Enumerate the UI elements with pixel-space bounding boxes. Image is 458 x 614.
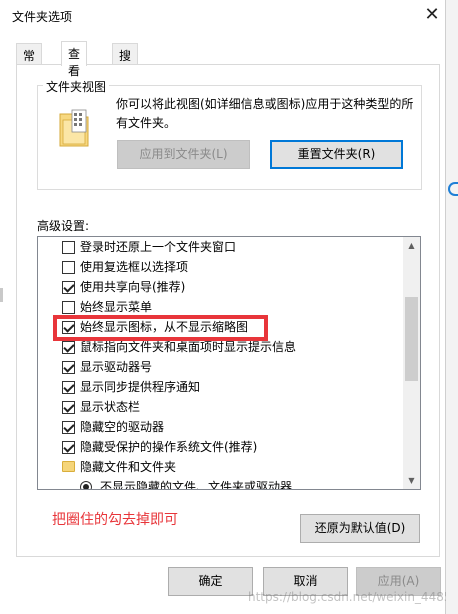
list-item[interactable]: 显示驱动器号	[38, 357, 404, 377]
tab-general[interactable]: 常规	[16, 43, 43, 80]
checkbox[interactable]	[62, 241, 75, 254]
list-item-label: 隐藏空的驱动器	[80, 420, 165, 434]
tab-view[interactable]: 查看	[61, 41, 88, 78]
folder-view-icon	[58, 108, 90, 148]
tab-search[interactable]: 搜索	[112, 43, 139, 80]
reset-folders-button[interactable]: 重置文件夹(R)	[270, 140, 403, 169]
checkbox[interactable]	[62, 421, 75, 434]
red-highlight-annotation	[53, 315, 268, 341]
close-button[interactable]: ✕	[420, 4, 444, 28]
checkbox[interactable]	[62, 401, 75, 414]
apply-to-folders-button[interactable]: 应用到文件夹(L)	[117, 140, 250, 169]
list-item-label: 使用共享向导(推荐)	[80, 280, 186, 294]
list-item[interactable]: 登录时还原上一个文件夹窗口	[38, 237, 404, 257]
ok-button[interactable]: 确定	[168, 567, 253, 596]
list-item[interactable]: 使用复选框以选择项	[38, 257, 404, 277]
background-edge-mark	[0, 288, 3, 302]
scroll-down-icon[interactable]: ▼	[403, 472, 420, 489]
list-item-label: 不显示隐藏的文件、文件夹或驱动器	[100, 480, 293, 490]
list-item-label: 显示状态栏	[80, 400, 141, 414]
checkbox[interactable]	[62, 281, 75, 294]
list-item-label: 使用复选框以选择项	[80, 260, 189, 274]
list-item-folder: 隐藏文件和文件夹	[38, 457, 404, 477]
checkbox[interactable]	[62, 261, 75, 274]
list-item[interactable]: 显示同步提供程序通知	[38, 377, 404, 397]
window-title: 文件夹选项	[12, 10, 73, 24]
list-item-label: 始终显示菜单	[80, 300, 153, 314]
list-item[interactable]: 始终显示菜单	[38, 297, 404, 317]
partial-icon	[448, 182, 458, 196]
background-window-edge	[446, 0, 458, 614]
list-item[interactable]: 隐藏受保护的操作系统文件(推荐)	[38, 437, 404, 457]
folder-views-description: 你可以将此视图(如详细信息或图标)应用于这种类型的所有文件夹。	[116, 97, 414, 130]
list-item-label: 登录时还原上一个文件夹窗口	[80, 240, 237, 254]
checkbox[interactable]	[62, 361, 75, 374]
restore-defaults-button[interactable]: 还原为默认值(D)	[300, 514, 420, 543]
list-item-label: 隐藏文件和文件夹	[80, 460, 177, 474]
scroll-thumb[interactable]	[405, 297, 418, 381]
close-icon: ✕	[424, 4, 440, 25]
scroll-up-icon[interactable]: ▲	[403, 237, 420, 254]
checkbox[interactable]	[62, 441, 75, 454]
advanced-settings-label: 高级设置:	[37, 219, 90, 233]
list-item-label: 隐藏受保护的操作系统文件(推荐)	[80, 440, 258, 454]
folder-options-dialog: 文件夹选项 ✕ 常规 查看 搜索 文件夹视图 你可以将此视图(如详细信息或图标)…	[0, 0, 458, 614]
list-item-radio[interactable]: 不显示隐藏的文件、文件夹或驱动器	[38, 477, 404, 490]
annotation-text: 把圈住的勾去掉即可	[52, 512, 178, 528]
list-item-label: 显示同步提供程序通知	[80, 380, 201, 394]
list-item[interactable]: 使用共享向导(推荐)	[38, 277, 404, 297]
advanced-settings-list[interactable]: 登录时还原上一个文件夹窗口 使用复选框以选择项 使用共享向导(推荐) 始终显示菜…	[37, 236, 421, 490]
list-item[interactable]: 显示状态栏	[38, 397, 404, 417]
folder-icon	[62, 461, 75, 472]
radio-button[interactable]	[80, 481, 92, 489]
watermark: https://blog.csdn.net/weixin_44852074	[248, 590, 458, 604]
checkbox[interactable]	[62, 381, 75, 394]
list-scrollbar[interactable]: ▲ ▼	[403, 237, 420, 489]
list-item-label: 显示驱动器号	[80, 360, 153, 374]
list-item[interactable]: 隐藏空的驱动器	[38, 417, 404, 437]
folder-views-title: 文件夹视图	[43, 78, 110, 95]
title-bar: 文件夹选项 ✕	[0, 0, 446, 32]
checkbox[interactable]	[62, 341, 75, 354]
checkbox[interactable]	[62, 301, 75, 314]
